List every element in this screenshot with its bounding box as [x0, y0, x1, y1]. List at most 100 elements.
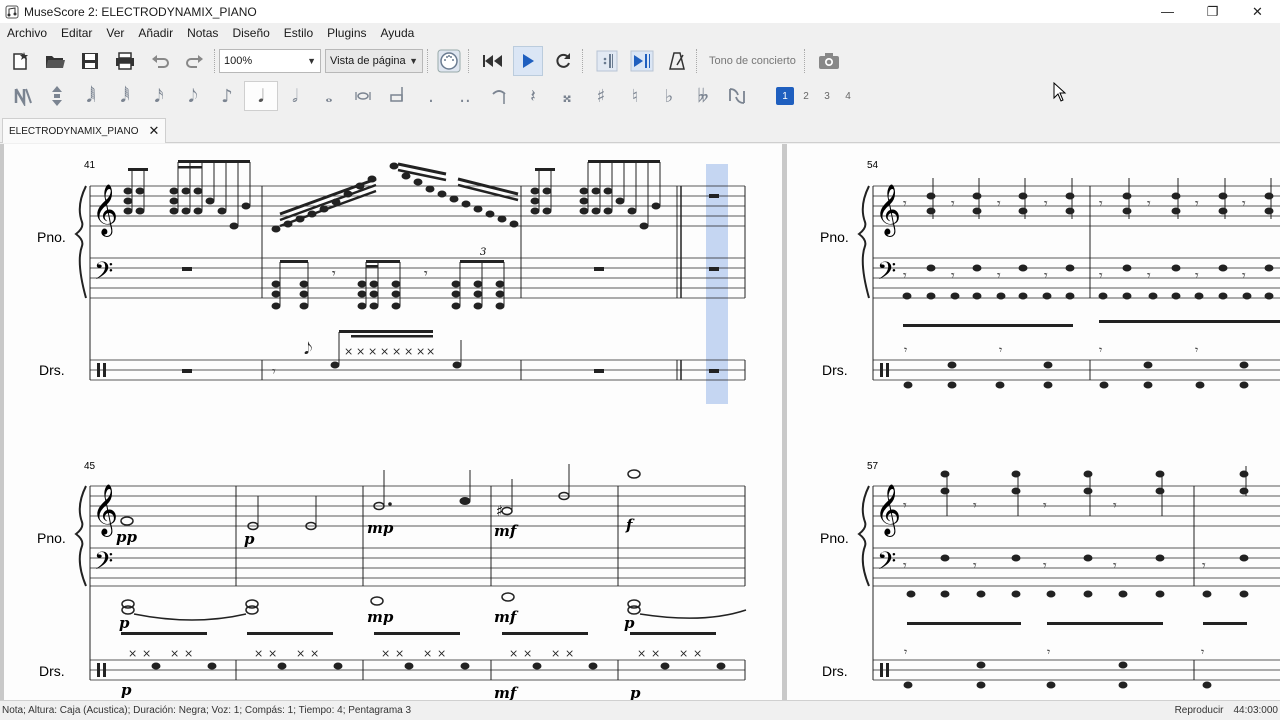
whole-rest [182, 267, 192, 271]
loop-icon[interactable] [548, 46, 578, 76]
save-icon[interactable] [75, 46, 105, 76]
note-half-icon[interactable]: 𝅗𝅥 [278, 81, 312, 111]
svg-text:×: × [565, 647, 574, 660]
tab-electrodynamix-piano[interactable]: ELECTRODYNAMIX_PIANO ✕ [2, 118, 167, 143]
natural-icon[interactable]: ♮ [618, 81, 652, 111]
svg-text:𝄾: 𝄾 [973, 498, 977, 514]
svg-text:p: p [630, 684, 641, 700]
svg-text:×: × [404, 345, 413, 358]
maximize-button[interactable]: ❐ [1190, 0, 1235, 23]
piano-label: Pno. [37, 530, 66, 546]
whole-rest [182, 369, 192, 373]
voice-2-button[interactable]: 2 [797, 87, 815, 105]
svg-text:𝄾: 𝄾 [1147, 268, 1151, 284]
score-canvas[interactable]: 41 Pno. Drs. 𝄞 𝄢 3 𝄾 𝄾 𝄾 𝅘𝅥𝅮 × × × × × ×… [0, 144, 1280, 700]
open-folder-icon[interactable] [40, 46, 70, 76]
rewind-icon[interactable] [478, 46, 508, 76]
concert-pitch-toggle[interactable]: Tono de concierto [709, 55, 796, 67]
svg-text:𝄾: 𝄾 [903, 558, 907, 574]
svg-text:𝄾: 𝄾 [1202, 558, 1206, 574]
svg-text:×: × [310, 647, 319, 660]
svg-text:𝄾: 𝄾 [1099, 196, 1103, 212]
voice-1-button[interactable]: 1 [776, 87, 794, 105]
zoom-select[interactable]: 100% ▼ [219, 49, 321, 73]
minimize-button[interactable]: — [1145, 0, 1190, 23]
status-time: 44:03:000 [1233, 705, 1279, 716]
close-tab-icon[interactable]: ✕ [148, 123, 159, 139]
voice-4-button[interactable]: 4 [839, 87, 857, 105]
toolbar-separator [427, 49, 428, 73]
whole-rest [709, 194, 719, 198]
note-input-mode-icon[interactable] [6, 81, 40, 111]
tie-icon[interactable] [482, 81, 516, 111]
print-icon[interactable] [110, 46, 140, 76]
brace [74, 485, 87, 587]
toolbar-separator [214, 49, 215, 73]
midi-input-icon[interactable] [434, 46, 464, 76]
svg-text:×: × [679, 647, 688, 660]
play-icon[interactable] [513, 46, 543, 76]
note-16th-icon[interactable]: 𝅘𝅥𝅯 [142, 81, 176, 111]
voice-3-button[interactable]: 3 [818, 87, 836, 105]
svg-text:𝄾: 𝄾 [951, 268, 955, 284]
menu-ayuda[interactable]: Ayuda [374, 26, 422, 40]
svg-text:𝄾: 𝄾 [1242, 196, 1246, 212]
double-flat-icon[interactable]: 𝄫 [686, 81, 720, 111]
note-64th-icon[interactable]: 𝅘𝅥𝅲 [74, 81, 108, 111]
input-method-arrows-icon[interactable] [40, 81, 74, 111]
eighth-rest-icon: 𝄾 [424, 266, 428, 282]
note-eighth-alt-icon[interactable]: ♪ [210, 81, 244, 111]
close-window-button[interactable]: ✕ [1235, 0, 1280, 23]
svg-text:𝄾: 𝄾 [1201, 645, 1204, 659]
menu-anadir[interactable]: Añadir [131, 26, 180, 40]
menu-archivo[interactable]: Archivo [0, 26, 54, 40]
treble-clef-icon: 𝄞 [92, 184, 118, 237]
svg-text:𝄾: 𝄾 [1113, 498, 1117, 514]
sharp-icon[interactable]: ♯ [584, 81, 618, 111]
svg-text:×: × [523, 647, 532, 660]
augmentation-dot-icon[interactable]: . [414, 81, 448, 111]
double-dot-icon[interactable]: .. [448, 81, 482, 111]
double-sharp-icon[interactable]: 𝄪 [550, 81, 584, 111]
chevron-down-icon: ▼ [409, 56, 418, 66]
new-score-icon[interactable] [5, 46, 35, 76]
svg-text:𝄾: 𝄾 [1195, 343, 1198, 357]
menu-notas[interactable]: Notas [180, 26, 225, 40]
rest-icon[interactable]: 𝄽 [516, 81, 550, 111]
svg-text:𝄾: 𝄾 [1195, 196, 1199, 212]
note-32nd-icon[interactable]: 𝅘𝅥𝅱 [108, 81, 142, 111]
metronome-icon[interactable] [662, 46, 692, 76]
camera-icon[interactable] [814, 46, 844, 76]
redo-icon[interactable] [180, 46, 210, 76]
svg-text:𝄾: 𝄾 [997, 196, 1001, 212]
svg-text:𝄾: 𝄾 [904, 343, 907, 357]
flip-direction-icon[interactable] [720, 81, 754, 111]
view-mode-value: Vista de página [330, 55, 406, 67]
undo-icon[interactable] [145, 46, 175, 76]
note-whole-icon[interactable]: 𝅝 [312, 81, 346, 111]
toolbar-separator [696, 49, 697, 73]
svg-text:×: × [423, 647, 432, 660]
measure-number: 54 [867, 160, 879, 171]
note-breve-icon[interactable] [346, 81, 380, 111]
note-longa-icon[interactable] [380, 81, 414, 111]
treble-clef-icon: 𝄞 [875, 184, 901, 237]
view-mode-select[interactable]: Vista de página ▼ [325, 49, 423, 73]
menu-ver[interactable]: Ver [99, 26, 131, 40]
pan-score-icon[interactable] [627, 46, 657, 76]
repeat-toggle-icon[interactable] [592, 46, 622, 76]
menu-diseno[interactable]: Diseño [225, 26, 276, 40]
staff-treble-2 [90, 485, 745, 527]
note-quarter-icon[interactable]: 𝅘𝅥 [244, 81, 278, 111]
svg-text:𝄾: 𝄾 [272, 364, 276, 380]
note-eighth-icon[interactable]: 𝅘𝅥𝅮 [176, 81, 210, 111]
flat-icon[interactable]: ♭ [652, 81, 686, 111]
treble-clef-icon: 𝄞 [875, 484, 901, 537]
menu-plugins[interactable]: Plugins [320, 26, 373, 40]
svg-text:mf: mf [494, 684, 519, 700]
menu-estilo[interactable]: Estilo [277, 26, 320, 40]
piano-label: Pno. [820, 229, 849, 245]
menu-editar[interactable]: Editar [54, 26, 99, 40]
svg-text:𝄾: 𝄾 [1047, 645, 1050, 659]
toolbar-separator [803, 49, 805, 73]
